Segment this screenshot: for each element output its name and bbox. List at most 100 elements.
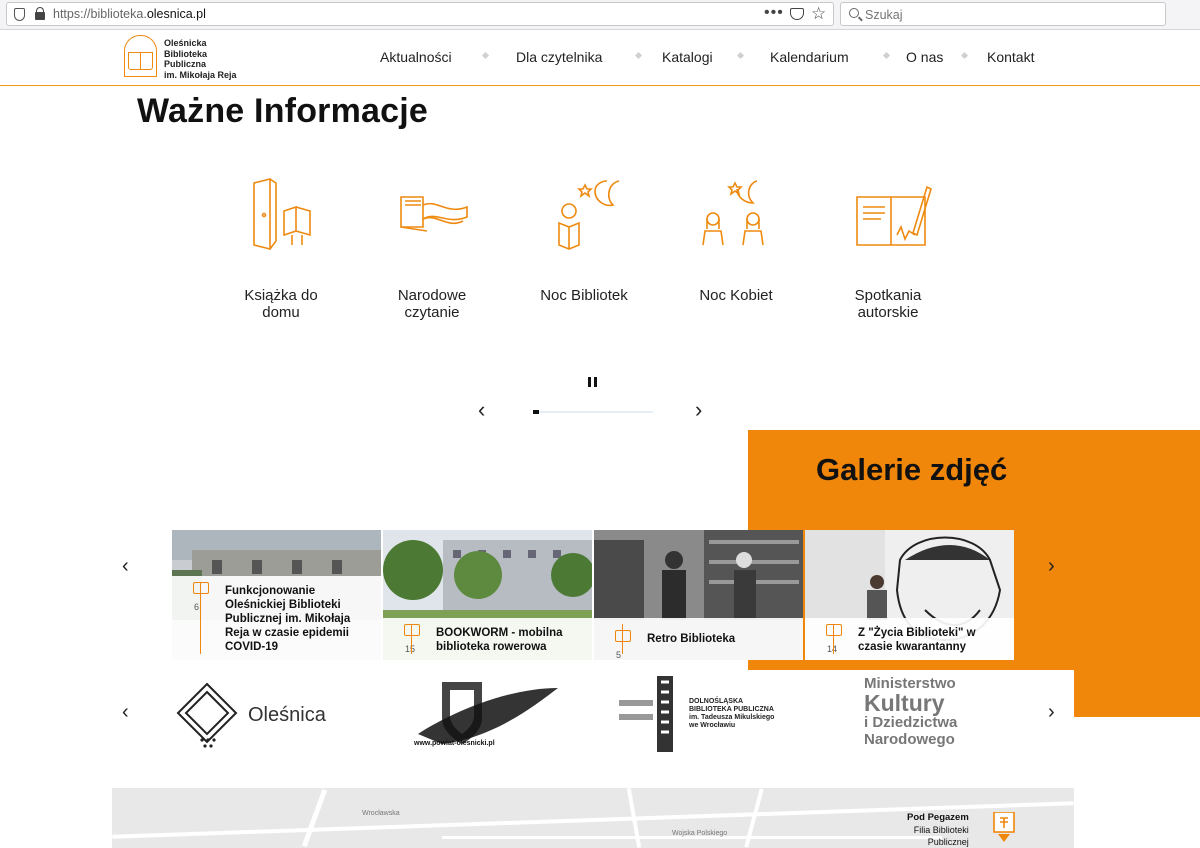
url-text[interactable]: https://biblioteka.olesnica.pl	[53, 7, 206, 21]
info-label: domu	[262, 304, 300, 321]
caption-divider	[833, 624, 834, 654]
gallery-caption: 15 BOOKWORM - mobilna biblioteka rowerow…	[383, 618, 592, 660]
info-label: Książka do	[244, 287, 318, 304]
nav-dla-czytelnika[interactable]: Dla czytelnika	[516, 49, 602, 65]
info-label: czytanie	[404, 304, 460, 321]
info-item-noc-kobiet[interactable]: Noc Kobiet	[666, 175, 806, 304]
logo-line: im. Mikołaja Reja	[164, 69, 237, 80]
nav-separator	[960, 51, 969, 60]
gallery-image-icon	[826, 624, 842, 636]
address-bar[interactable]: https://biblioteka.olesnica.pl ••• ☆	[6, 2, 834, 26]
partners-next-button[interactable]: ›	[1048, 702, 1055, 722]
gallery-prev-button[interactable]: ‹	[122, 556, 129, 576]
caption-divider	[411, 624, 412, 654]
gallery-card[interactable]: 15 BOOKWORM - mobilna biblioteka rowerow…	[383, 530, 592, 660]
partner-ministerstwo[interactable]: Ministerstwo Kultury i Dziedzictwa Narod…	[864, 670, 994, 758]
info-item-narodowe-czytanie[interactable]: Narodowe czytanie	[362, 175, 502, 321]
lock-icon[interactable]	[35, 7, 45, 20]
gallery-caption: 5 Retro Biblioteka	[594, 618, 803, 660]
gallery-caption-line: Reja w czasie epidemii	[225, 627, 350, 639]
nav-separator	[634, 51, 643, 60]
olesnica-logo-icon	[176, 682, 238, 748]
dbp-text-line: we Wrocławiu	[689, 722, 736, 729]
gallery-image-icon	[404, 624, 420, 636]
info-label: Noc Bibliotek	[540, 287, 628, 304]
map-street-label: Wojska Polskiego	[672, 830, 728, 837]
info-next-button[interactable]: ›	[695, 399, 709, 421]
mk-text-line: Narodowego	[864, 731, 955, 748]
dbp-text-line: DOLNOŚLĄSKA	[689, 698, 744, 705]
gallery-caption-line: Retro Biblioteka	[647, 633, 736, 645]
gallery-image-icon	[615, 630, 631, 642]
nav-separator	[481, 51, 490, 60]
info-label: autorskie	[857, 304, 919, 321]
info-item-spotkania-autorskie[interactable]: Spotkania autorskie	[818, 175, 958, 321]
page-actions-icon[interactable]: •••	[764, 4, 784, 22]
night-women-icon	[691, 175, 781, 257]
nav-katalogi[interactable]: Katalogi	[662, 49, 713, 65]
info-item-ksiazka-do-domu[interactable]: Książka do domu	[211, 175, 351, 321]
gallery-count: 15	[405, 644, 416, 654]
important-info-title: Ważne Informacje	[137, 92, 429, 130]
gallery-next-button[interactable]: ›	[1048, 556, 1055, 576]
gallery-title: Galerie zdjęć	[816, 452, 1008, 487]
search-icon	[849, 8, 859, 18]
gallery-caption-line: Publicznej im. Mikołaja	[225, 613, 351, 625]
bookmark-star-icon[interactable]: ☆	[811, 4, 826, 24]
powiat-logo-icon	[418, 682, 558, 744]
gallery-caption-line: Funkcjonowanie	[225, 585, 316, 597]
dbp-building-icon	[619, 676, 673, 752]
caption-divider	[622, 624, 623, 654]
location-map[interactable]: Wrocławska Wojska Polskiego Pod Pegazem …	[112, 788, 1074, 848]
partner-olesnica[interactable]: Oleśnica	[172, 670, 352, 758]
gallery-caption-line: BOOKWORM - mobilna	[436, 627, 563, 639]
search-input[interactable]	[865, 6, 1155, 23]
logo-line: Biblioteka	[164, 48, 208, 59]
map-street-label: Wrocławska	[362, 810, 400, 817]
info-item-noc-bibliotek[interactable]: Noc Bibliotek	[514, 175, 654, 304]
dbp-text-line: BIBLIOTEKA PUBLICZNA	[689, 706, 774, 713]
nav-kalendarium[interactable]: Kalendarium	[770, 49, 849, 65]
gallery-card[interactable]: 6 Funkcjonowanie Oleśnickiej Biblioteki …	[172, 530, 381, 660]
gallery-caption-line: czasie kwarantanny	[858, 641, 967, 653]
gallery-caption-line: Z "Życia Biblioteki" w	[858, 627, 976, 639]
nav-separator	[736, 51, 745, 60]
gallery-caption: 14 Z "Życia Biblioteki" w czasie kwarant…	[805, 618, 1014, 660]
pause-button[interactable]	[588, 377, 598, 387]
open-book-icon	[387, 175, 477, 257]
partner-dbp-wroclaw[interactable]: DOLNOŚLĄSKA BIBLIOTEKA PUBLICZNA im. Tad…	[617, 670, 807, 758]
gallery-count: 14	[827, 644, 838, 654]
caption-divider	[200, 582, 201, 654]
logo-line: Publiczna	[164, 59, 207, 69]
info-label: Narodowe	[397, 287, 467, 304]
gallery-count: 5	[616, 650, 622, 660]
partner-powiat[interactable]: www.powiat-olesnicki.pl	[412, 670, 562, 758]
gallery-card[interactable]: 5 Retro Biblioteka	[594, 530, 803, 660]
partners-prev-button[interactable]: ‹	[122, 702, 129, 722]
pause-icon	[594, 377, 597, 387]
map-poi-line: Filia Biblioteki	[913, 825, 969, 835]
nav-kontakt[interactable]: Kontakt	[987, 49, 1034, 65]
browser-toolbar: https://biblioteka.olesnica.pl ••• ☆	[0, 0, 1200, 30]
gallery-caption-line: biblioteka rowerowa	[436, 641, 547, 653]
gallery-caption-line: Oleśnickiej Biblioteki	[225, 599, 341, 611]
signing-icon	[843, 175, 933, 257]
browser-search[interactable]	[840, 2, 1166, 26]
pocket-icon[interactable]	[790, 8, 804, 20]
gallery-caption-line: COVID-19	[225, 641, 279, 653]
info-prev-button[interactable]: ‹	[478, 399, 492, 421]
nav-o-nas[interactable]: O nas	[906, 49, 943, 65]
tracking-shield-icon[interactable]	[14, 8, 25, 21]
nav-aktualnosci[interactable]: Aktualności	[380, 49, 452, 65]
slider-progress[interactable]	[533, 410, 653, 414]
site-header: Oleśnicka Biblioteka Publiczna im. Mikoł…	[0, 31, 1200, 86]
powiat-url-text: www.powiat-olesnicki.pl	[414, 740, 495, 747]
library-logo[interactable]: Oleśnicka Biblioteka Publiczna im. Mikoł…	[124, 35, 254, 81]
gallery-count: 6	[194, 602, 200, 612]
slider-progress-fill	[533, 410, 539, 414]
gallery-caption: 6 Funkcjonowanie Oleśnickiej Biblioteki …	[172, 576, 381, 660]
map-pin-icon[interactable]	[992, 812, 1016, 842]
info-label: Spotkania	[854, 287, 922, 304]
gallery-card[interactable]: 14 Z "Życia Biblioteki" w czasie kwarant…	[805, 530, 1014, 660]
nav-separator	[882, 51, 891, 60]
